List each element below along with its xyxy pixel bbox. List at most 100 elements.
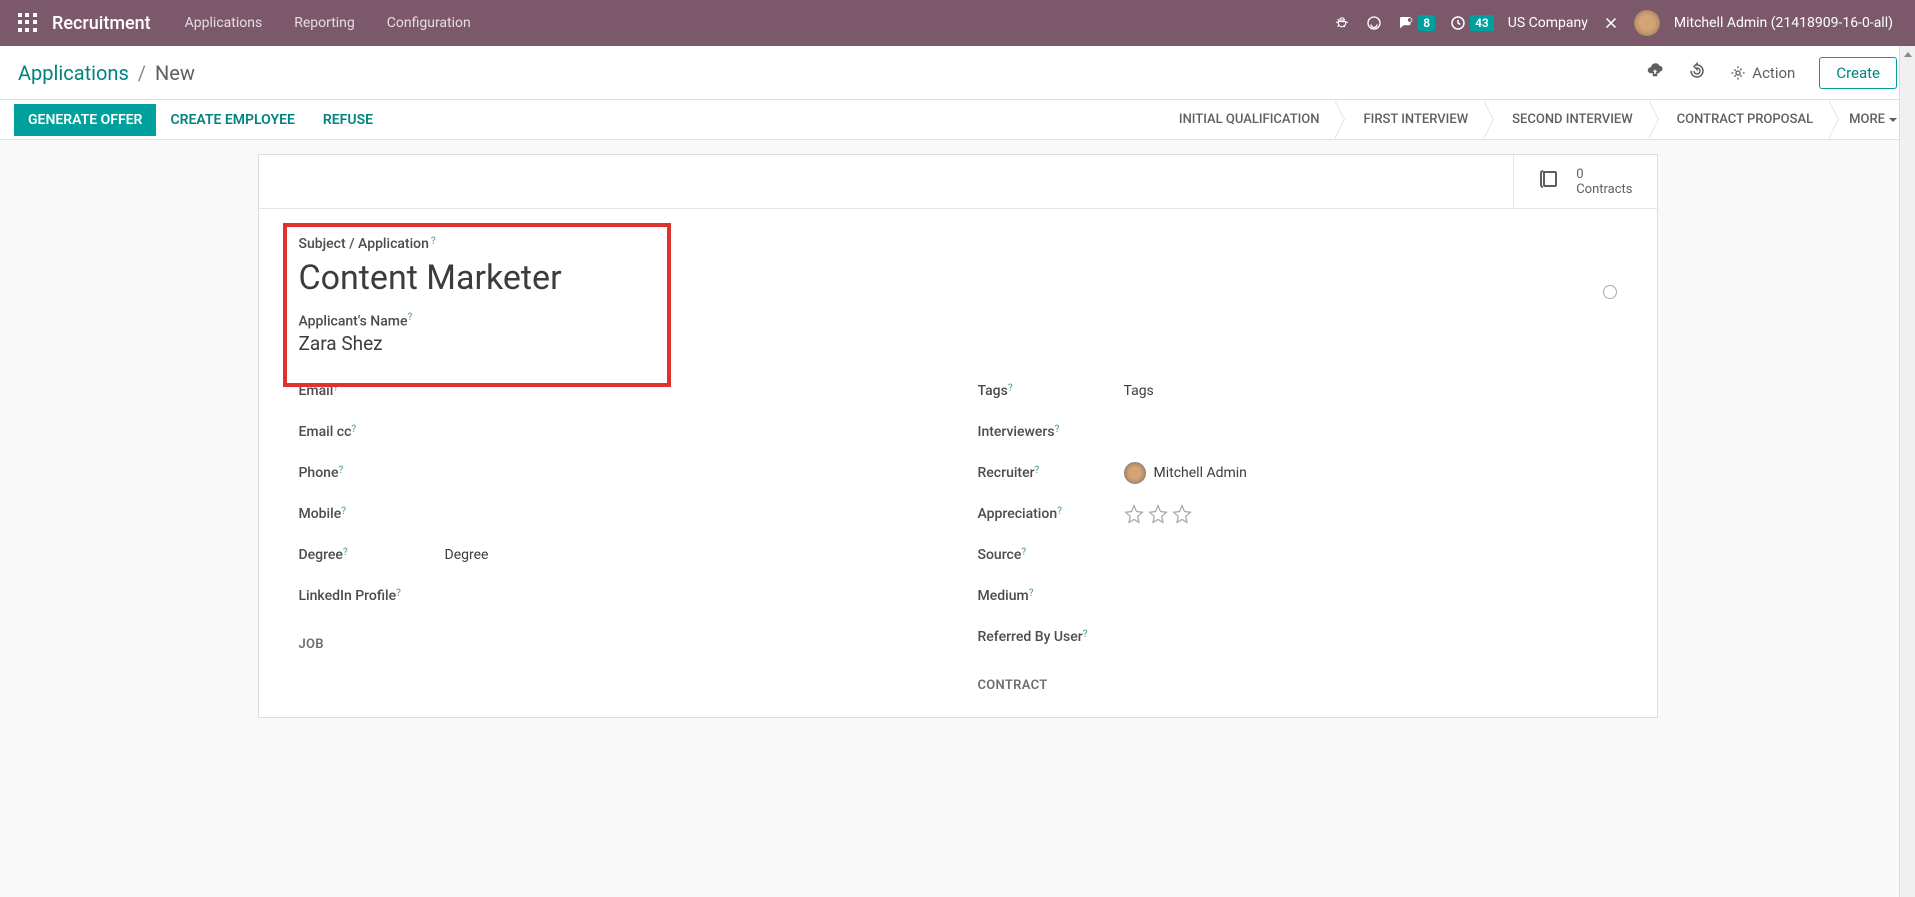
mobile-row: Mobile? <box>299 494 938 535</box>
form-body: Subject / Application? Applicant's Name?… <box>259 209 1657 717</box>
phone-row: Phone? <box>299 453 938 494</box>
tags-input[interactable]: Tags <box>1124 383 1617 399</box>
stage-initial-qualification[interactable]: INITIAL QUALIFICATION <box>1153 100 1338 139</box>
applicant-name-input[interactable] <box>299 332 1617 355</box>
messages-button[interactable]: 8 <box>1397 14 1435 32</box>
recruiter-row: Recruiter? Mitchell Admin <box>978 453 1617 494</box>
left-column: Email? Email cc? Phone? Mobile? <box>299 371 938 693</box>
two-column-layout: Email? Email cc? Phone? Mobile? <box>299 371 1617 693</box>
tags-row: Tags? Tags <box>978 371 1617 412</box>
nav-link-reporting[interactable]: Reporting <box>280 15 369 31</box>
star-icon[interactable] <box>1148 504 1168 524</box>
contracts-smart-button[interactable]: 0 Contracts <box>1513 155 1656 208</box>
action-label: Action <box>1752 64 1795 82</box>
help-icon[interactable]: ? <box>1021 547 1026 558</box>
subject-label: Subject / Application? <box>299 236 436 252</box>
recruiter-avatar <box>1124 462 1146 484</box>
breadcrumb-parent[interactable]: Applications <box>18 61 129 85</box>
main-area: 0 Contracts Subject / Application? Appli… <box>0 140 1915 718</box>
degree-select[interactable]: Degree <box>445 547 938 563</box>
scroll-up-icon[interactable] <box>1900 46 1915 62</box>
stage-second-interview[interactable]: SECOND INTERVIEW <box>1486 100 1651 139</box>
job-section-title: JOB <box>299 637 938 652</box>
activities-button[interactable]: 43 <box>1449 14 1494 32</box>
help-icon[interactable]: ? <box>1035 465 1040 476</box>
contracts-label: Contracts <box>1576 182 1632 197</box>
help-icon[interactable]: ? <box>407 312 412 323</box>
referred-row: Referred By User? <box>978 617 1617 658</box>
degree-row: Degree? Degree <box>299 535 938 576</box>
nav-link-applications[interactable]: Applications <box>171 15 277 31</box>
sub-header: Applications / New Action Create <box>0 46 1915 100</box>
clock-icon <box>1449 14 1467 32</box>
stage-first-interview[interactable]: FIRST INTERVIEW <box>1337 100 1486 139</box>
help-icon[interactable]: ? <box>431 236 436 247</box>
nav-right: 8 43 US Company Mitchell Admin (21418909… <box>1333 10 1907 36</box>
create-button[interactable]: Create <box>1819 57 1897 89</box>
stage-contract-proposal[interactable]: CONTRACT PROPOSAL <box>1651 100 1831 139</box>
contracts-count: 0 <box>1576 167 1632 182</box>
messages-badge: 8 <box>1418 15 1435 31</box>
breadcrumb-current: New <box>155 61 195 85</box>
linkedin-row: LinkedIn Profile? <box>299 576 938 617</box>
support-icon[interactable] <box>1365 14 1383 32</box>
help-icon[interactable]: ? <box>1083 629 1088 640</box>
help-icon[interactable]: ? <box>343 547 348 558</box>
recruiter-select[interactable]: Mitchell Admin <box>1124 462 1617 484</box>
help-icon[interactable]: ? <box>396 588 401 599</box>
appreciation-row: Appreciation? <box>978 494 1617 535</box>
subject-input[interactable] <box>299 258 1617 298</box>
form-sheet: 0 Contracts Subject / Application? Appli… <box>258 154 1658 718</box>
breadcrumb-separator: / <box>138 61 146 85</box>
contract-section: CONTRACT <box>978 678 1617 693</box>
star-icon[interactable] <box>1124 504 1144 524</box>
nav-link-configuration[interactable]: Configuration <box>373 15 485 31</box>
tools-icon[interactable] <box>1602 14 1620 32</box>
book-icon <box>1538 167 1562 197</box>
caret-down-icon <box>1889 118 1897 122</box>
source-row: Source? <box>978 535 1617 576</box>
help-icon[interactable]: ? <box>1029 588 1034 599</box>
star-icon[interactable] <box>1172 504 1192 524</box>
help-icon[interactable]: ? <box>333 383 338 394</box>
user-name[interactable]: Mitchell Admin (21418909-16-0-all) <box>1674 15 1893 31</box>
help-icon[interactable]: ? <box>1008 383 1013 394</box>
appreciation-stars <box>1124 504 1617 524</box>
help-icon[interactable]: ? <box>341 506 346 517</box>
email-cc-row: Email cc? <box>299 412 938 453</box>
help-icon[interactable]: ? <box>351 424 356 435</box>
help-icon[interactable]: ? <box>1055 424 1060 435</box>
nav-left: Recruitment Applications Reporting Confi… <box>8 13 485 34</box>
apps-grid-icon[interactable] <box>18 13 38 33</box>
applicant-name-label: Applicant's Name? <box>299 312 1617 330</box>
discard-icon[interactable] <box>1688 62 1706 84</box>
bug-icon[interactable] <box>1333 14 1351 32</box>
status-bar: GENERATE OFFER CREATE EMPLOYEE REFUSE IN… <box>0 100 1915 140</box>
refuse-button[interactable]: REFUSE <box>309 104 387 136</box>
right-column: Tags? Tags Interviewers? Recruiter? Mitc… <box>978 371 1617 693</box>
medium-row: Medium? <box>978 576 1617 617</box>
top-nav: Recruitment Applications Reporting Confi… <box>0 0 1915 46</box>
job-section: JOB <box>299 637 938 652</box>
gear-icon <box>1730 65 1746 81</box>
breadcrumb: Applications / New <box>18 61 195 85</box>
activities-badge: 43 <box>1470 15 1494 31</box>
stage-bar: INITIAL QUALIFICATION FIRST INTERVIEW SE… <box>1153 100 1915 139</box>
chat-icon <box>1397 14 1415 32</box>
contract-section-title: CONTRACT <box>978 678 1617 693</box>
cloud-upload-icon[interactable] <box>1646 62 1664 84</box>
smart-button-bar: 0 Contracts <box>259 155 1657 209</box>
interviewers-row: Interviewers? <box>978 412 1617 453</box>
app-title[interactable]: Recruitment <box>52 13 151 34</box>
scrollbar[interactable] <box>1899 46 1915 897</box>
company-switcher[interactable]: US Company <box>1508 15 1588 31</box>
help-icon[interactable]: ? <box>1057 506 1062 517</box>
action-dropdown[interactable]: Action <box>1730 64 1795 82</box>
generate-offer-button[interactable]: GENERATE OFFER <box>14 104 156 136</box>
status-actions: GENERATE OFFER CREATE EMPLOYEE REFUSE <box>0 104 387 136</box>
help-icon[interactable]: ? <box>338 465 343 476</box>
user-avatar[interactable] <box>1634 10 1660 36</box>
create-employee-button[interactable]: CREATE EMPLOYEE <box>156 104 308 136</box>
email-row: Email? <box>299 371 938 412</box>
kanban-state-toggle[interactable] <box>1603 285 1617 299</box>
